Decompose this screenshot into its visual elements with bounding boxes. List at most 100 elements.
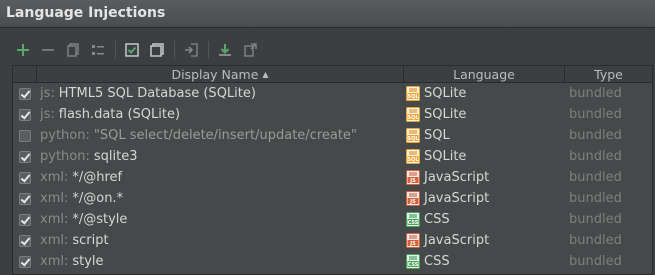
enabled-checkbox[interactable] — [19, 234, 31, 247]
table-row[interactable]: js: HTML5 SQL Database (SQLite) SQL SQLite b… — [13, 83, 652, 104]
svg-text:CSS: CSS — [408, 220, 419, 226]
type-cell: bundled — [565, 188, 652, 209]
display-name-cell: xml: */@href — [37, 167, 404, 188]
move-button[interactable] — [239, 39, 261, 61]
remove-button[interactable] — [37, 39, 59, 61]
enabled-cell — [13, 230, 37, 251]
enabled-checkbox[interactable] — [19, 87, 31, 100]
enabled-checkbox[interactable] — [19, 171, 31, 184]
injection-prefix: xml: — [40, 254, 69, 269]
enable-selected-button[interactable] — [121, 39, 143, 61]
injection-type: bundled — [569, 170, 622, 185]
header-display-name-label: Display Name — [171, 66, 259, 82]
table-row[interactable]: xml: */@on.* JS JavaScript bundled — [13, 188, 652, 209]
table-row[interactable]: xml: script JS JavaScript bundled — [13, 230, 652, 251]
enabled-cell — [13, 125, 37, 146]
enabled-checkbox[interactable] — [19, 192, 31, 205]
display-name-cell: xml: */@style — [37, 209, 404, 230]
enabled-cell — [13, 83, 37, 104]
svg-text:SQL: SQL — [407, 115, 419, 121]
sort-ascending-icon: ▲ — [262, 69, 269, 79]
injections-table: Display Name ▲ Language Type js: HTML5 SQ… — [12, 65, 653, 275]
enabled-checkbox[interactable] — [19, 213, 31, 226]
svg-text:JS: JS — [409, 178, 416, 184]
sql-icon: SQL — [406, 128, 420, 143]
checked-box-icon — [125, 43, 139, 57]
injection-prefix: xml: — [40, 191, 69, 206]
language-name: SQLite — [424, 107, 467, 122]
language-name: JavaScript — [424, 191, 490, 206]
language-name: JavaScript — [424, 170, 490, 185]
injection-type: bundled — [569, 254, 622, 269]
enabled-cell — [13, 251, 37, 272]
svg-text:SQL: SQL — [407, 136, 419, 142]
language-name: SQLite — [424, 86, 467, 101]
language-name: CSS — [424, 212, 450, 227]
language-cell: SQL SQLite — [404, 83, 565, 104]
language-cell: JS JavaScript — [404, 230, 565, 251]
type-cell: bundled — [565, 83, 652, 104]
injection-prefix: js: — [40, 86, 55, 101]
injection-name: style — [72, 254, 104, 269]
js-icon: JS — [406, 233, 420, 248]
injection-name: */@style — [72, 212, 128, 227]
table-body: js: HTML5 SQL Database (SQLite) SQL SQLite b… — [13, 83, 652, 272]
header-type[interactable]: Type — [565, 66, 652, 82]
language-cell: CSS CSS — [404, 209, 565, 230]
injection-prefix: xml: — [40, 170, 69, 185]
table-row[interactable]: python: sqlite3 SQL SQLite bundled — [13, 146, 652, 167]
header-enabled[interactable] — [13, 66, 37, 82]
import-icon — [185, 43, 198, 57]
injection-type: bundled — [569, 233, 622, 248]
table-row[interactable]: xml: */@href JS JavaScript bundled — [13, 167, 652, 188]
add-button[interactable] — [12, 39, 34, 61]
display-name-cell: xml: script — [37, 230, 404, 251]
enabled-checkbox[interactable] — [19, 255, 31, 268]
export-button[interactable] — [214, 39, 236, 61]
enabled-checkbox[interactable] — [19, 129, 31, 142]
table-row[interactable]: xml: */@style CSS CSS bundled — [13, 209, 652, 230]
injection-name: */@on.* — [72, 191, 124, 206]
sql-icon: SQL — [406, 149, 420, 164]
copy-icon — [67, 43, 79, 57]
plus-icon — [17, 44, 29, 56]
css-icon: CSS — [406, 212, 420, 227]
language-cell: SQL SQLite — [404, 146, 565, 167]
language-cell: JS JavaScript — [404, 188, 565, 209]
language-name: SQLite — [424, 149, 467, 164]
table-row[interactable]: python: "SQL select/delete/insert/update/… — [13, 125, 652, 146]
injection-name: flash.data (SQLite) — [58, 107, 181, 122]
svg-text:CSS: CSS — [408, 262, 419, 268]
enabled-checkbox[interactable] — [19, 150, 31, 163]
import-button[interactable] — [180, 39, 202, 61]
export-icon — [219, 44, 231, 56]
language-name: SQL — [424, 128, 450, 143]
sql-icon: SQL — [406, 107, 420, 122]
injection-type: bundled — [569, 149, 622, 164]
type-cell: bundled — [565, 209, 652, 230]
enabled-checkbox[interactable] — [19, 108, 31, 121]
injection-type: bundled — [569, 107, 622, 122]
language-name: JavaScript — [424, 233, 490, 248]
toolbar-separator — [115, 41, 116, 59]
edit-button[interactable] — [87, 39, 109, 61]
copy-button[interactable] — [62, 39, 84, 61]
table-row[interactable]: js: flash.data (SQLite) SQL SQLite bundled — [13, 104, 652, 125]
minus-icon — [42, 49, 54, 51]
table-row[interactable]: xml: style CSS CSS bundled — [13, 251, 652, 272]
disable-selected-button[interactable] — [146, 39, 168, 61]
sql-icon: SQL — [406, 86, 420, 101]
type-cell: bundled — [565, 230, 652, 251]
type-cell: bundled — [565, 146, 652, 167]
svg-text:SQL: SQL — [407, 157, 419, 163]
toolbar-separator — [208, 41, 209, 59]
enabled-cell — [13, 209, 37, 230]
injection-name: "SQL select/delete/insert/update/create" — [93, 128, 357, 143]
type-cell: bundled — [565, 104, 652, 125]
injection-name: script — [72, 233, 109, 248]
injection-name: */@href — [72, 170, 123, 185]
header-language[interactable]: Language — [404, 66, 565, 82]
header-display-name[interactable]: Display Name ▲ — [37, 66, 404, 82]
enabled-cell — [13, 146, 37, 167]
language-cell: CSS CSS — [404, 251, 565, 272]
